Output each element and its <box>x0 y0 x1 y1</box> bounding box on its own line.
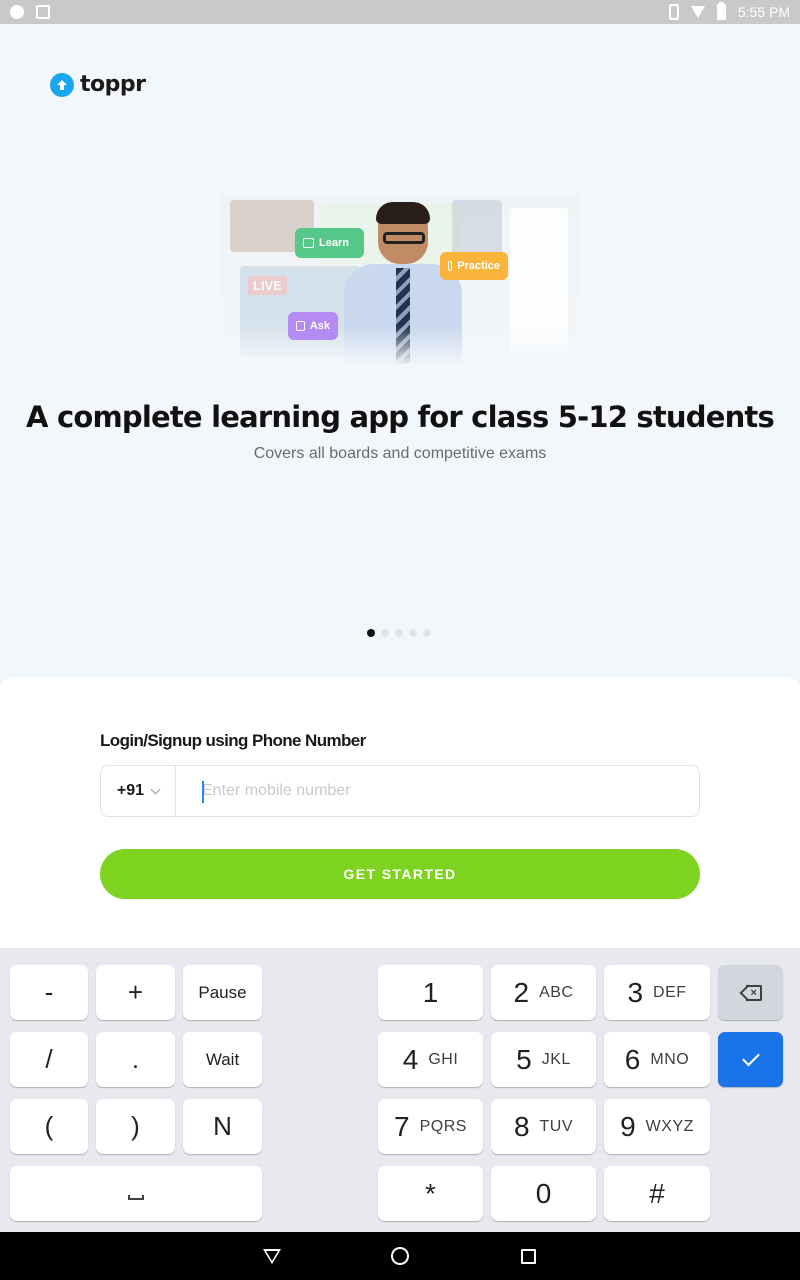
image-notification-icon <box>36 5 50 19</box>
practice-chip-label: Practice <box>457 260 500 272</box>
key-space[interactable] <box>10 1166 262 1221</box>
recents-icon <box>520 1248 536 1264</box>
key-right-paren[interactable]: ) <box>96 1099 175 1154</box>
key-letters: WXYZ <box>645 1117 694 1135</box>
ask-chip: Ask <box>288 312 338 340</box>
key-letters: ABC <box>539 983 574 1001</box>
status-time: 5:55 PM <box>737 4 790 20</box>
nav-back-button[interactable] <box>260 1244 284 1268</box>
text-cursor <box>202 781 204 803</box>
carousel-dot[interactable] <box>395 629 403 637</box>
key-0[interactable]: 0 <box>491 1166 596 1221</box>
key-4[interactable]: 4 GHI <box>378 1032 483 1087</box>
battery-icon <box>716 2 726 20</box>
key-wait[interactable]: Wait <box>183 1032 262 1087</box>
key-digit: 6 <box>624 1043 641 1075</box>
key-digit: 1 <box>422 976 439 1008</box>
key-plus[interactable]: + <box>96 965 175 1020</box>
carousel-dot[interactable] <box>409 629 417 637</box>
country-code-dropdown[interactable]: +91 <box>101 766 176 816</box>
key-pause[interactable]: Pause <box>183 965 262 1020</box>
live-tag: LIVE <box>248 276 287 295</box>
carousel-dot[interactable] <box>367 629 375 637</box>
status-bar: 5:55 PM <box>0 0 800 24</box>
login-label: Login/Signup using Phone Number <box>100 731 366 750</box>
key-digit: 9 <box>620 1110 636 1142</box>
key-left-paren[interactable]: ( <box>10 1099 88 1154</box>
key-star[interactable]: * <box>378 1166 483 1221</box>
key-n[interactable]: N <box>183 1099 262 1154</box>
key-5[interactable]: 5 JKL <box>491 1032 596 1087</box>
flag-icon <box>448 261 453 271</box>
navigation-bar <box>0 1232 800 1280</box>
home-icon <box>391 1247 409 1265</box>
key-digit: 0 <box>535 1177 552 1209</box>
app-logo: toppr <box>50 72 146 97</box>
key-9[interactable]: 9 WXYZ <box>604 1099 710 1154</box>
chat-notification-icon <box>10 5 24 19</box>
numeric-keyboard: - + Pause / . Wait ( ) N 1 2 ABC 3 DEF ×… <box>0 948 800 1232</box>
check-icon <box>741 1048 760 1067</box>
key-digit: 2 <box>513 976 530 1008</box>
subheadline: Covers all boards and competitive exams <box>253 445 547 462</box>
key-letters: TUV <box>539 1117 574 1135</box>
ask-chip-label: Ask <box>309 320 330 332</box>
learn-chip-label: Learn <box>319 237 349 249</box>
practice-chip: Practice <box>440 252 508 280</box>
headline: A complete learning app for class 5-12 s… <box>26 400 775 434</box>
toppr-logo-icon <box>50 72 74 97</box>
key-hash[interactable]: # <box>604 1166 710 1221</box>
key-digit: 8 <box>513 1110 530 1142</box>
backspace-key[interactable]: × <box>718 965 783 1020</box>
space-icon <box>128 1195 144 1200</box>
phone-input[interactable] <box>176 766 699 816</box>
key-letters: GHI <box>428 1050 459 1068</box>
carousel-indicator <box>367 629 431 637</box>
key-letters: MNO <box>650 1050 690 1068</box>
key-7[interactable]: 7 PQRS <box>378 1099 483 1154</box>
key-8[interactable]: 8 TUV <box>491 1099 596 1154</box>
book-icon <box>303 238 314 248</box>
logo-text: toppr <box>80 72 146 97</box>
key-digit: 3 <box>627 976 644 1008</box>
key-1[interactable]: 1 <box>378 965 483 1020</box>
key-slash[interactable]: / <box>10 1032 88 1087</box>
done-key[interactable] <box>718 1032 783 1087</box>
key-digit: * <box>425 1177 436 1209</box>
vibrate-icon <box>668 4 679 20</box>
key-dot[interactable]: . <box>96 1032 175 1087</box>
learn-chip: Learn <box>295 228 364 258</box>
key-digit: 5 <box>516 1043 532 1075</box>
key-3[interactable]: 3 DEF <box>604 965 710 1020</box>
chat-icon <box>296 321 305 331</box>
key-2[interactable]: 2 ABC <box>491 965 596 1020</box>
key-6[interactable]: 6 MNO <box>604 1032 710 1087</box>
carousel-dot[interactable] <box>423 629 431 637</box>
country-code: +91 <box>116 782 145 799</box>
key-letters: JKL <box>541 1050 571 1068</box>
back-icon <box>263 1248 281 1264</box>
nav-home-button[interactable] <box>388 1244 412 1268</box>
key-digit: 7 <box>394 1110 410 1142</box>
carousel-dot[interactable] <box>381 629 389 637</box>
nav-recents-button[interactable] <box>516 1244 540 1268</box>
phone-field: +91 <box>100 765 700 817</box>
key-digit: # <box>649 1177 665 1209</box>
hero-illustration: LIVE <box>220 194 580 366</box>
key-letters: PQRS <box>419 1117 467 1135</box>
key-minus[interactable]: - <box>10 965 88 1020</box>
get-started-button[interactable]: GET STARTED <box>100 849 700 899</box>
key-digit: 4 <box>402 1043 419 1075</box>
chevron-down-icon <box>150 784 161 794</box>
wifi-icon <box>690 6 705 18</box>
key-letters: DEF <box>653 983 687 1001</box>
backspace-icon: × <box>739 984 762 1001</box>
